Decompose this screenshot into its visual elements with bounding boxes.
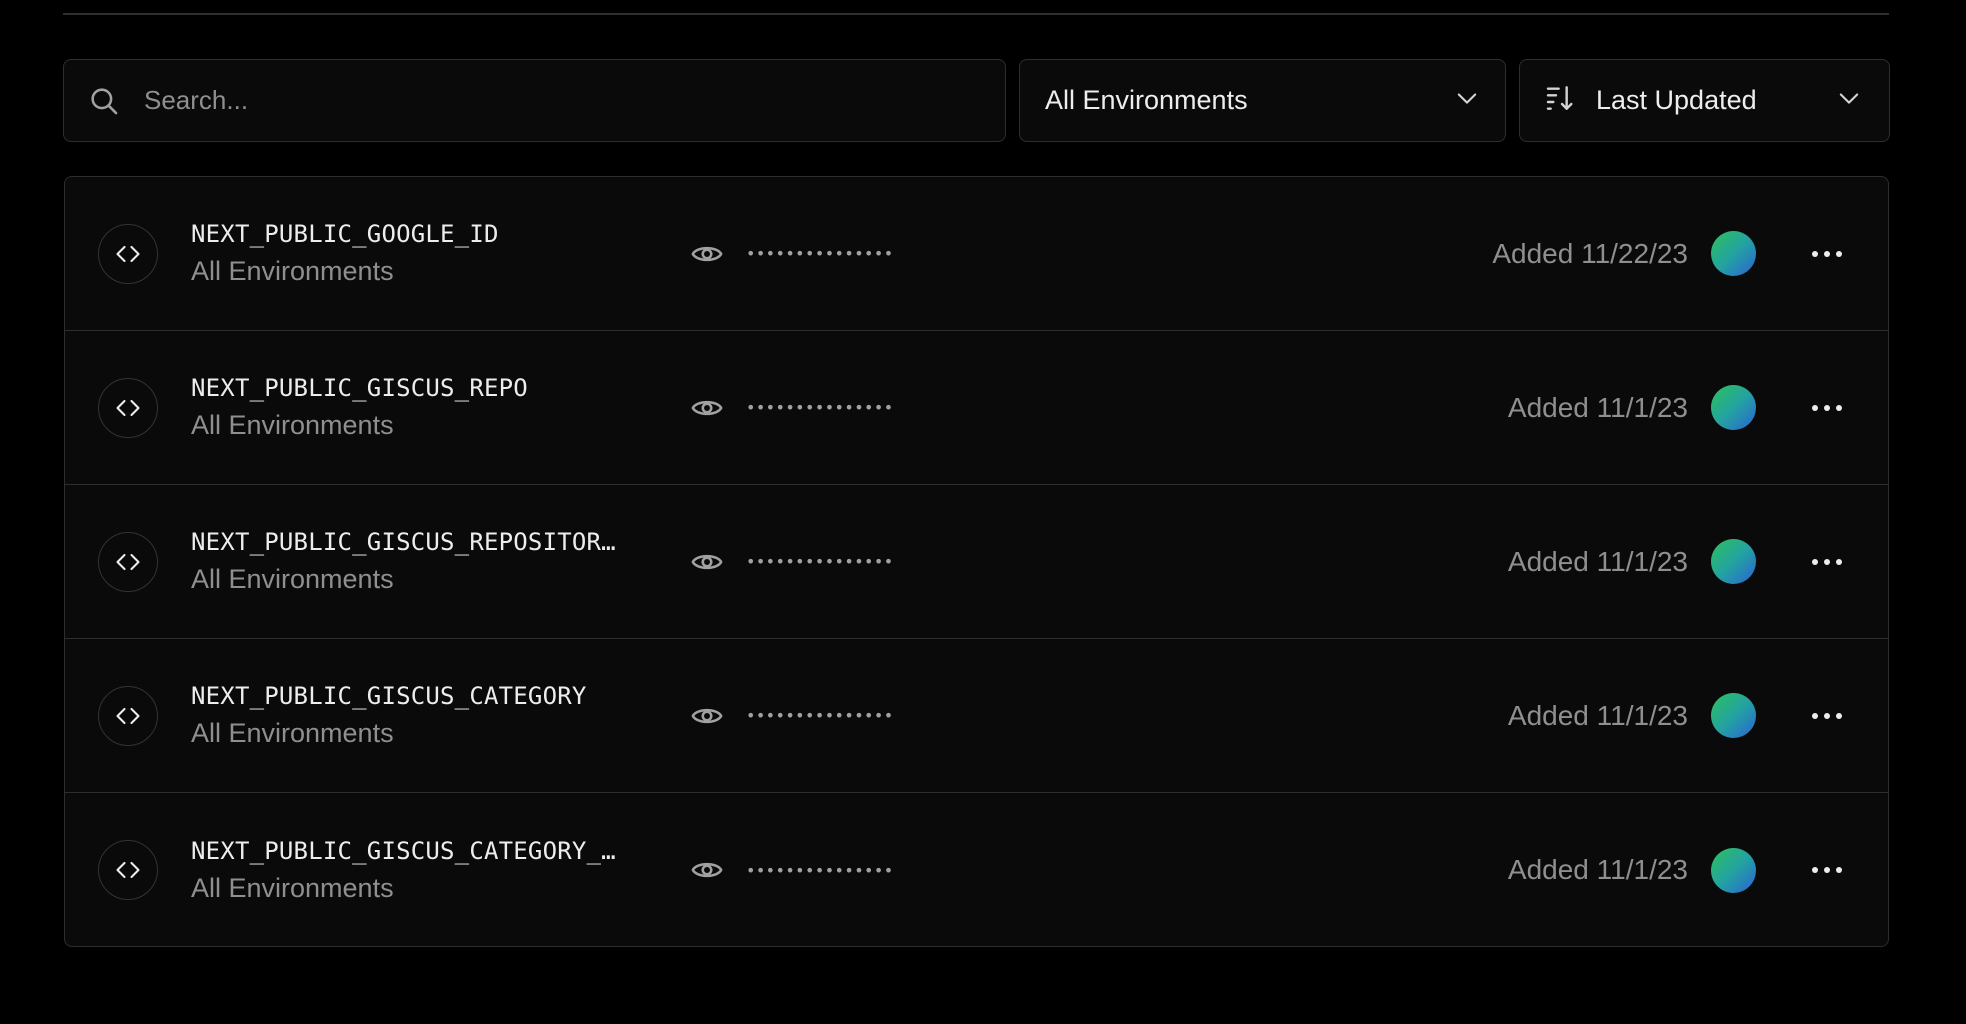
avatar xyxy=(1711,539,1756,584)
more-horizontal-icon[interactable] xyxy=(1800,542,1854,582)
environment-select[interactable]: All Environments xyxy=(1019,59,1506,142)
env-var-environment: All Environments xyxy=(191,410,394,440)
sort-select-label: Last Updated xyxy=(1596,85,1757,115)
env-var-name[interactable]: NEXT_PUBLIC_GISCUS_REPO xyxy=(191,374,651,402)
sort-select[interactable]: Last Updated xyxy=(1519,59,1890,142)
env-var-list: NEXT_PUBLIC_GOOGLE_ID All Environments •… xyxy=(64,176,1889,947)
code-icon xyxy=(98,223,158,284)
environment-select-label: All Environments xyxy=(1045,85,1248,115)
filter-toolbar: All Environments Last Updated xyxy=(63,59,1890,142)
eye-icon[interactable] xyxy=(689,390,725,426)
search-input[interactable] xyxy=(122,60,1005,141)
code-icon xyxy=(98,685,158,746)
code-icon xyxy=(98,840,158,900)
env-var-name[interactable]: NEXT_PUBLIC_GISCUS_CATEGORY_… xyxy=(191,837,651,865)
more-horizontal-icon[interactable] xyxy=(1800,388,1854,428)
more-horizontal-icon[interactable] xyxy=(1800,850,1854,890)
env-var-environment: All Environments xyxy=(191,872,394,903)
eye-icon[interactable] xyxy=(689,852,725,888)
env-var-added-date: Added 11/1/23 xyxy=(1507,699,1688,731)
env-var-environment: All Environments xyxy=(191,718,394,748)
eye-icon[interactable] xyxy=(689,544,725,580)
env-var-row[interactable]: NEXT_PUBLIC_GOOGLE_ID All Environments •… xyxy=(65,177,1888,331)
top-divider xyxy=(63,13,1889,15)
env-var-masked-value: ••••••••••••••• xyxy=(746,398,894,417)
env-var-text: NEXT_PUBLIC_GISCUS_CATEGORY_… All Enviro… xyxy=(191,837,651,904)
env-var-added-date: Added 11/1/23 xyxy=(1507,391,1688,423)
env-var-environment: All Environments xyxy=(191,256,394,286)
code-icon xyxy=(98,377,158,438)
eye-icon[interactable] xyxy=(689,698,725,734)
env-var-masked-value: ••••••••••••••• xyxy=(746,244,894,263)
env-var-row[interactable]: NEXT_PUBLIC_GISCUS_REPO All Environments… xyxy=(65,331,1888,485)
env-var-row[interactable]: NEXT_PUBLIC_GISCUS_CATEGORY_… All Enviro… xyxy=(65,793,1888,946)
avatar xyxy=(1711,385,1756,430)
code-icon xyxy=(98,531,158,592)
env-var-name[interactable]: NEXT_PUBLIC_GISCUS_CATEGORY xyxy=(191,682,651,710)
env-var-masked-value: ••••••••••••••• xyxy=(746,552,894,571)
env-var-row[interactable]: NEXT_PUBLIC_GISCUS_CATEGORY All Environm… xyxy=(65,639,1888,793)
env-var-added-date: Added 11/1/23 xyxy=(1507,854,1688,885)
env-var-text: NEXT_PUBLIC_GISCUS_REPOSITOR… All Enviro… xyxy=(191,528,651,595)
sort-select-content: Last Updated xyxy=(1544,82,1757,119)
env-var-row[interactable]: NEXT_PUBLIC_GISCUS_REPOSITOR… All Enviro… xyxy=(65,485,1888,639)
chevron-down-icon xyxy=(1835,84,1863,117)
eye-icon[interactable] xyxy=(689,236,725,272)
env-var-name[interactable]: NEXT_PUBLIC_GOOGLE_ID xyxy=(191,220,651,248)
env-var-masked-value: ••••••••••••••• xyxy=(746,706,894,725)
avatar xyxy=(1711,231,1756,276)
env-var-added-date: Added 11/22/23 xyxy=(1492,237,1688,269)
env-var-added-date: Added 11/1/23 xyxy=(1507,545,1688,577)
avatar xyxy=(1711,693,1756,738)
env-var-text: NEXT_PUBLIC_GOOGLE_ID All Environments xyxy=(191,220,651,287)
sort-descending-icon xyxy=(1544,82,1576,119)
avatar xyxy=(1711,847,1756,893)
more-horizontal-icon[interactable] xyxy=(1800,696,1854,736)
env-var-name[interactable]: NEXT_PUBLIC_GISCUS_REPOSITOR… xyxy=(191,528,651,556)
search-icon xyxy=(86,83,122,119)
search-box[interactable] xyxy=(63,59,1006,142)
chevron-down-icon xyxy=(1453,84,1481,117)
env-var-text: NEXT_PUBLIC_GISCUS_REPO All Environments xyxy=(191,374,651,441)
more-horizontal-icon[interactable] xyxy=(1800,234,1854,274)
env-var-masked-value: ••••••••••••••• xyxy=(746,860,894,880)
env-var-environment: All Environments xyxy=(191,564,394,594)
env-var-text: NEXT_PUBLIC_GISCUS_CATEGORY All Environm… xyxy=(191,682,651,749)
